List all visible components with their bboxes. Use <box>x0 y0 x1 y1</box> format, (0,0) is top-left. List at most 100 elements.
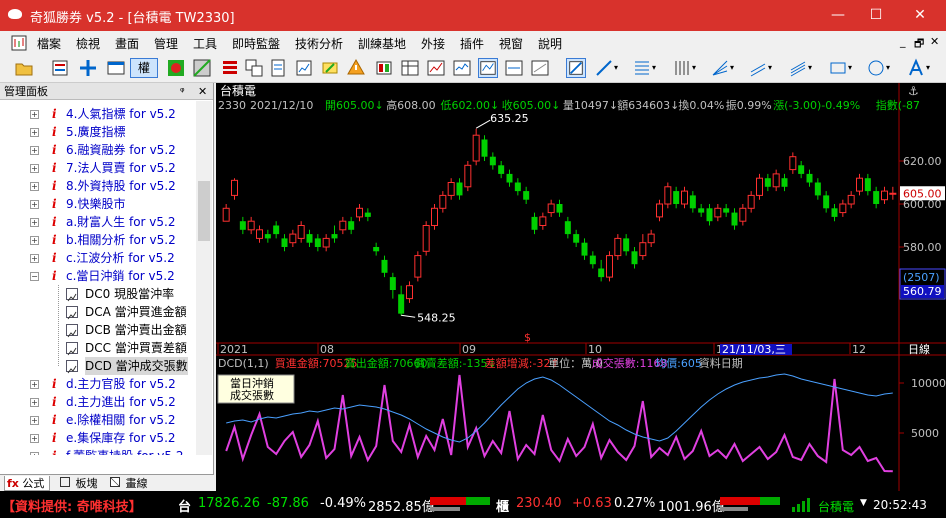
expand-icon[interactable]: + <box>30 416 39 425</box>
chart-area[interactable]: 台積電 2330 2021/12/10 開605.00↓ 高608.00 低602.00↓… <box>216 83 946 491</box>
fan-lines-dropdown-icon[interactable]: ▾ <box>730 63 734 72</box>
edit-note-icon[interactable] <box>320 58 340 78</box>
menu-training[interactable]: 訓練基地 <box>358 35 406 52</box>
window-layout-icon[interactable] <box>106 58 126 78</box>
tree-folder[interactable]: + i 7.法人買賣 for v5.2 <box>0 159 196 177</box>
line-tool-dropdown-icon[interactable]: ▾ <box>614 63 618 72</box>
pattern-icon[interactable] <box>192 58 212 78</box>
fib-tool-icon[interactable] <box>632 58 652 78</box>
report-icon[interactable] <box>268 58 288 78</box>
panel-pin-button[interactable]: ᵠ <box>180 83 185 100</box>
ranking-icon[interactable] <box>220 58 240 78</box>
menu-view[interactable]: 檢視 <box>76 35 100 52</box>
menu-manage[interactable]: 管理 <box>154 35 178 52</box>
draw-mode-icon[interactable] <box>566 58 586 78</box>
rights-adjust-button[interactable]: 權 <box>130 58 158 78</box>
expand-icon[interactable]: + <box>30 128 39 137</box>
menu-help[interactable]: 說明 <box>538 35 562 52</box>
collapse-icon[interactable]: − <box>30 272 39 281</box>
tree-folder[interactable]: + i d.主力官股 for v5.2 <box>0 375 196 393</box>
alert-icon[interactable] <box>346 58 366 78</box>
fan-lines-icon[interactable] <box>710 58 730 78</box>
line-tool-icon[interactable] <box>594 58 614 78</box>
vertical-lines-dropdown-icon[interactable]: ▾ <box>692 63 696 72</box>
tree-scrollbar[interactable] <box>196 101 212 455</box>
expand-icon[interactable]: + <box>30 236 39 245</box>
parallel-lines-icon[interactable] <box>788 58 808 78</box>
tree-folder[interactable]: + i 9.快樂股市 <box>0 195 196 213</box>
tree-formula[interactable]: DCC 當沖買賣差額 <box>0 339 196 357</box>
channel-icon[interactable] <box>748 58 768 78</box>
expand-icon[interactable]: + <box>30 398 39 407</box>
menu-plugins[interactable]: 插件 <box>460 35 484 52</box>
ellipse-tool-dropdown-icon[interactable]: ▾ <box>886 63 890 72</box>
mdi-restore-button[interactable]: 🗗 <box>914 35 924 54</box>
compare-icon[interactable] <box>530 58 550 78</box>
expand-icon[interactable]: + <box>30 164 39 173</box>
ellipse-tool-icon[interactable] <box>866 58 886 78</box>
menu-technical[interactable]: 技術分析 <box>295 35 343 52</box>
menu-window[interactable]: 視窗 <box>499 35 523 52</box>
trade-icon[interactable] <box>374 58 394 78</box>
tick-chart-icon[interactable] <box>452 58 472 78</box>
tab-drawing[interactable]: 畫線 <box>106 476 152 491</box>
tree-folder[interactable]: − i c.當日沖銷 for v5.2 <box>0 267 196 285</box>
period-chart-icon[interactable] <box>504 58 524 78</box>
menu-external[interactable]: 外接 <box>421 35 445 52</box>
panel-close-button[interactable]: ✕ <box>198 83 207 100</box>
minimize-button[interactable]: — <box>818 4 858 26</box>
rectangle-tool-dropdown-icon[interactable]: ▾ <box>848 63 852 72</box>
status-stock[interactable]: 台積電 <box>818 498 854 515</box>
tab-formula[interactable]: fx 公式 <box>4 476 50 491</box>
expand-icon[interactable]: + <box>30 218 39 227</box>
close-button[interactable]: ✕ <box>900 4 940 26</box>
tree-formula[interactable]: DCD 當沖成交張數 <box>0 357 196 375</box>
expand-icon[interactable]: + <box>30 380 39 389</box>
mdi-minimize-button[interactable]: _ <box>900 35 906 48</box>
copy-window-icon[interactable] <box>244 58 264 78</box>
tree-folder[interactable]: + i 8.外資持股 for v5.2 <box>0 177 196 195</box>
parallel-lines-dropdown-icon[interactable]: ▾ <box>808 63 812 72</box>
stock-dropdown-icon[interactable]: ▼ <box>860 498 867 508</box>
table-icon[interactable] <box>400 58 420 78</box>
expand-icon[interactable]: + <box>30 110 39 119</box>
channel-dropdown-icon[interactable]: ▾ <box>768 63 772 72</box>
tree-folder[interactable]: + i e.除權相關 for v5.2 <box>0 411 196 429</box>
move-icon[interactable] <box>78 58 98 78</box>
expand-icon[interactable]: + <box>30 146 39 155</box>
tree-folder[interactable]: + i 4.人氣指標 for v5.2 <box>0 105 196 123</box>
expand-icon[interactable]: + <box>30 200 39 209</box>
expand-icon[interactable]: + <box>30 254 39 263</box>
k-line-icon[interactable] <box>478 58 498 78</box>
quote-list-icon[interactable] <box>50 58 70 78</box>
maximize-button[interactable]: ☐ <box>856 4 896 26</box>
text-tool-dropdown-icon[interactable]: ▾ <box>926 63 930 72</box>
tree-folder[interactable]: + i a.財富人生 for v5.2 <box>0 213 196 231</box>
rectangle-tool-icon[interactable] <box>828 58 848 78</box>
mdi-close-button[interactable]: ✕ <box>930 35 939 48</box>
tree-folder[interactable]: + i d.主力進出 for v5.2 <box>0 393 196 411</box>
tree-folder[interactable]: + i b.相關分析 for v5.2 <box>0 231 196 249</box>
tree-formula[interactable]: DC0 現股當沖率 <box>0 285 196 303</box>
expand-icon[interactable]: + <box>30 182 39 191</box>
tree-folder[interactable]: + i f.董監事持股 for v5.2 <box>0 447 196 455</box>
tree-formula[interactable]: DCB 當沖賣出金額 <box>0 321 196 339</box>
tree-folder[interactable]: + i e.集保庫存 for v5.2 <box>0 429 196 447</box>
menu-file[interactable]: 檔案 <box>37 35 61 52</box>
tab-sector[interactable]: 板塊 <box>56 476 102 491</box>
expand-icon[interactable]: + <box>30 434 39 443</box>
fib-tool-dropdown-icon[interactable]: ▾ <box>652 63 656 72</box>
tree-folder[interactable]: + i 6.融資融券 for v5.2 <box>0 141 196 159</box>
tree-folder[interactable]: + i c.江波分析 for v5.2 <box>0 249 196 267</box>
multi-chart-icon[interactable] <box>426 58 446 78</box>
expand-icon[interactable]: + <box>30 452 39 455</box>
scroll-thumb[interactable] <box>198 181 210 241</box>
history-icon[interactable] <box>294 58 314 78</box>
open-folder-icon[interactable] <box>14 58 34 78</box>
vertical-lines-icon[interactable] <box>672 58 692 78</box>
text-tool-icon[interactable] <box>906 58 926 78</box>
chart-canvas[interactable]: 台積電2330 2021/12/10 開605.00↓ 高608.00 低602.00↓… <box>216 83 946 491</box>
tree-folder[interactable]: + i 5.廣度指標 <box>0 123 196 141</box>
menu-tools[interactable]: 工具 <box>193 35 217 52</box>
color-scheme-icon[interactable] <box>166 58 186 78</box>
